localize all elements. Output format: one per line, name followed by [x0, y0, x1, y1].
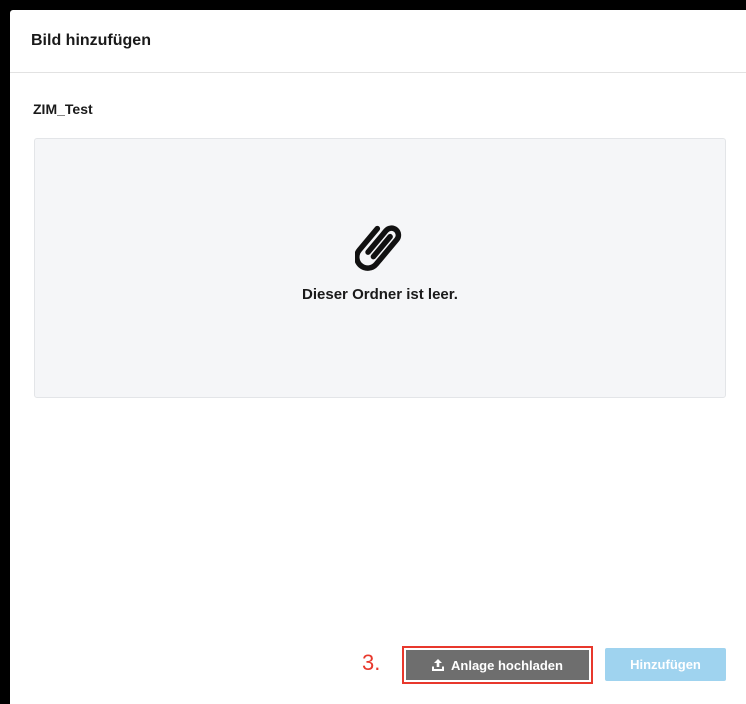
add-button[interactable]: Hinzufügen	[605, 648, 726, 681]
dialog-title: Bild hinzufügen	[31, 32, 151, 49]
step-annotation: 3.	[362, 650, 381, 675]
add-image-dialog: Bild hinzufügen ZIM_Test Dieser Ordner i…	[10, 10, 746, 704]
dialog-header: Bild hinzufügen	[10, 10, 746, 73]
upload-button-label: Anlage hochladen	[451, 657, 563, 673]
paperclip-icon	[355, 225, 402, 271]
folder-name: ZIM_Test	[33, 101, 93, 117]
empty-folder-panel: Dieser Ordner ist leer.	[34, 138, 726, 398]
empty-folder-message: Dieser Ordner ist leer.	[302, 286, 458, 303]
upload-attachment-button[interactable]: Anlage hochladen	[402, 646, 593, 684]
upload-icon	[432, 659, 445, 671]
